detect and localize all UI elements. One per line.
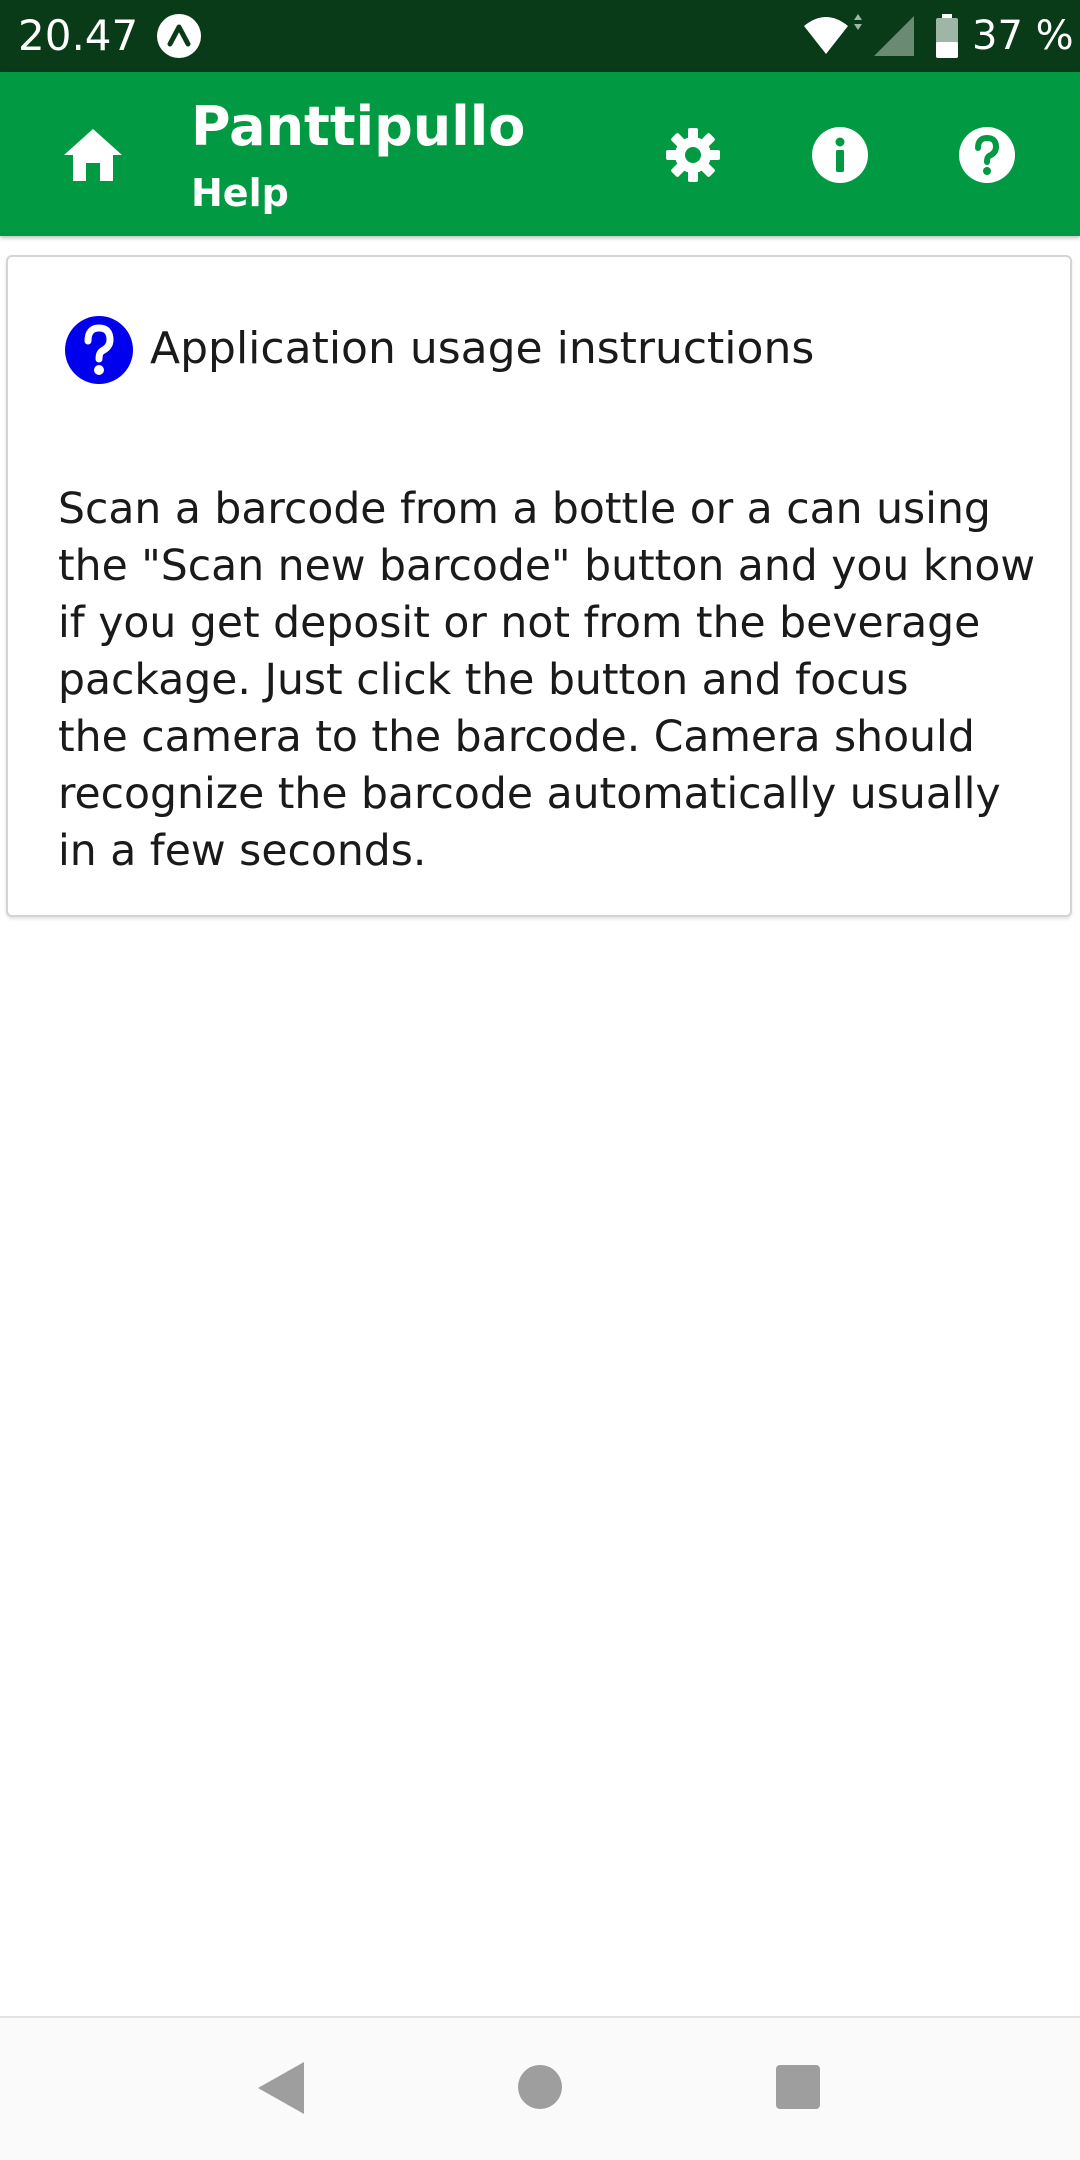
info-icon: [812, 127, 868, 183]
app-title: Panttipullo: [191, 95, 526, 158]
help-screen: 20.47 37 % Panttipullo Help Application …: [0, 0, 1080, 2160]
status-time: 20.47: [18, 11, 139, 60]
card-title: Application usage instructions: [150, 323, 815, 374]
battery-icon: [936, 14, 958, 58]
recent-apps-icon[interactable]: [775, 2064, 821, 2110]
instructions-text: Scan a barcode from a bottle or a can us…: [58, 485, 1036, 876]
navigation-bar: [0, 2016, 1080, 2160]
back-icon[interactable]: [256, 2060, 306, 2116]
info-button[interactable]: [800, 115, 880, 195]
home-button[interactable]: [53, 115, 133, 195]
settings-icon: [666, 128, 720, 182]
settings-button[interactable]: [653, 115, 733, 195]
screen-subtitle: Help: [191, 171, 289, 215]
battery-percentage: 37 %: [972, 13, 1074, 59]
app-bar: Panttipullo Help: [0, 72, 1080, 236]
signal-icon: [874, 16, 914, 56]
home-icon: [64, 129, 122, 181]
help-icon: [959, 127, 1015, 183]
status-bar: 20.47 37 %: [0, 0, 1080, 72]
instructions-card: Application usage instructions Scan a ba…: [6, 255, 1072, 917]
help-button[interactable]: [947, 115, 1027, 195]
app-notification-icon: [157, 14, 201, 58]
home-circle-icon[interactable]: [517, 2064, 563, 2110]
wifi-icon: [804, 14, 862, 54]
help-icon: [65, 316, 133, 384]
